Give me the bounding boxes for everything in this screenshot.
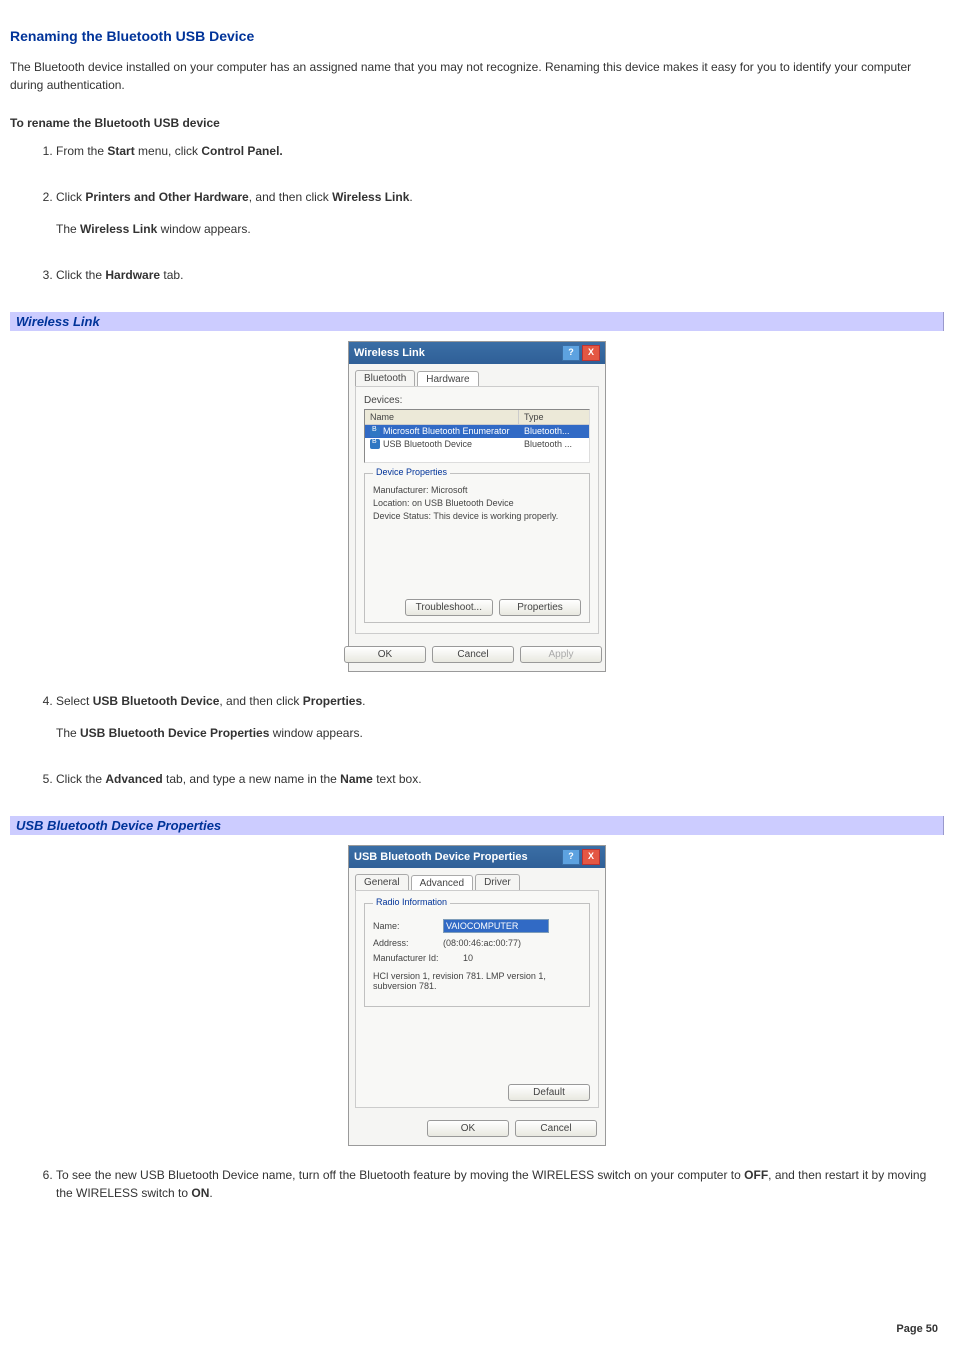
dialog1-title: Wireless Link: [354, 347, 425, 359]
device-properties-group: Device Properties Manufacturer: Microsof…: [364, 473, 590, 623]
list-item[interactable]: Microsoft Bluetooth Enumerator Bluetooth…: [365, 425, 589, 438]
ok-button[interactable]: OK: [344, 646, 426, 663]
manufacturer-id-value: 10: [463, 953, 473, 963]
list-item[interactable]: USB Bluetooth Device Bluetooth ...: [365, 438, 589, 451]
procedure-heading: To rename the Bluetooth USB device: [10, 114, 944, 132]
radio-info-group: Radio Information Name: Address: (08:00:…: [364, 903, 590, 1007]
col-type[interactable]: Type: [519, 410, 589, 424]
name-label: Name:: [373, 921, 443, 931]
tab-hardware[interactable]: Hardware: [417, 371, 478, 387]
steps-list-2: Select USB Bluetooth Device, and then cl…: [10, 692, 944, 788]
address-value: (08:00:46:ac:00:77): [443, 938, 521, 948]
tab-general[interactable]: General: [355, 874, 409, 890]
name-input[interactable]: [443, 919, 549, 933]
tab-advanced[interactable]: Advanced: [411, 875, 473, 891]
tab-driver[interactable]: Driver: [475, 874, 520, 890]
tab-bluetooth[interactable]: Bluetooth: [355, 370, 415, 386]
dialog2-body: Radio Information Name: Address: (08:00:…: [355, 890, 599, 1108]
caption-device-properties: USB Bluetooth Device Properties: [10, 816, 944, 835]
intro-paragraph: The Bluetooth device installed on your c…: [10, 58, 944, 94]
dialog1-tabs: Bluetooth Hardware: [349, 364, 605, 386]
address-label: Address:: [373, 938, 443, 948]
close-icon[interactable]: X: [582, 849, 600, 865]
step-6: To see the new USB Bluetooth Device name…: [56, 1166, 944, 1202]
caption-wireless-link: Wireless Link: [10, 312, 944, 331]
dialog2-bottom-buttons: OK Cancel: [349, 1114, 605, 1145]
wireless-link-dialog: Wireless Link ? X Bluetooth Hardware Dev…: [348, 341, 606, 672]
dialog2-title: USB Bluetooth Device Properties: [354, 851, 528, 863]
dialog1-body: Devices: Name Type Microsoft Bluetooth E…: [355, 386, 599, 634]
cancel-button[interactable]: Cancel: [515, 1120, 597, 1137]
troubleshoot-button[interactable]: Troubleshoot...: [405, 599, 493, 616]
step-1: From the Start menu, click Control Panel…: [56, 142, 944, 160]
devices-label: Devices:: [364, 395, 590, 406]
dialog1-titlebar: Wireless Link ? X: [349, 342, 605, 364]
bluetooth-icon: [370, 439, 380, 449]
close-icon[interactable]: X: [582, 345, 600, 361]
prop-manufacturer: Manufacturer: Microsoft: [373, 485, 581, 495]
hci-info: HCI version 1, revision 781. LMP version…: [373, 971, 581, 991]
usb-bluetooth-properties-dialog: USB Bluetooth Device Properties ? X Gene…: [348, 845, 606, 1146]
step-2: Click Printers and Other Hardware, and t…: [56, 188, 944, 238]
step-5: Click the Advanced tab, and type a new n…: [56, 770, 944, 788]
devices-listview[interactable]: Name Type Microsoft Bluetooth Enumerator…: [364, 409, 590, 463]
cancel-button[interactable]: Cancel: [432, 646, 514, 663]
ok-button[interactable]: OK: [427, 1120, 509, 1137]
dialog2-titlebar: USB Bluetooth Device Properties ? X: [349, 846, 605, 868]
dialog1-bottom-buttons: OK Cancel Apply: [349, 640, 605, 671]
steps-list-3: To see the new USB Bluetooth Device name…: [10, 1166, 944, 1202]
apply-button[interactable]: Apply: [520, 646, 602, 663]
steps-list-1: From the Start menu, click Control Panel…: [10, 142, 944, 284]
properties-button[interactable]: Properties: [499, 599, 581, 616]
step-4: Select USB Bluetooth Device, and then cl…: [56, 692, 944, 742]
group-legend-radio: Radio Information: [373, 897, 450, 907]
prop-status: Device Status: This device is working pr…: [373, 511, 581, 521]
section-heading: Renaming the Bluetooth USB Device: [10, 28, 944, 44]
prop-location: Location: on USB Bluetooth Device: [373, 498, 581, 508]
help-icon[interactable]: ?: [562, 849, 580, 865]
help-icon[interactable]: ?: [562, 345, 580, 361]
dialog2-wrap: USB Bluetooth Device Properties ? X Gene…: [10, 845, 944, 1146]
page-number: Page 50: [896, 1323, 938, 1335]
col-name[interactable]: Name: [365, 410, 519, 424]
dialog2-tabs: General Advanced Driver: [349, 868, 605, 890]
default-button[interactable]: Default: [508, 1084, 590, 1101]
manufacturer-id-label: Manufacturer Id:: [373, 953, 463, 963]
dialog1-wrap: Wireless Link ? X Bluetooth Hardware Dev…: [10, 341, 944, 672]
step-3: Click the Hardware tab.: [56, 266, 944, 284]
bluetooth-icon: [370, 427, 380, 437]
group-legend: Device Properties: [373, 467, 450, 477]
listview-header: Name Type: [365, 410, 589, 425]
